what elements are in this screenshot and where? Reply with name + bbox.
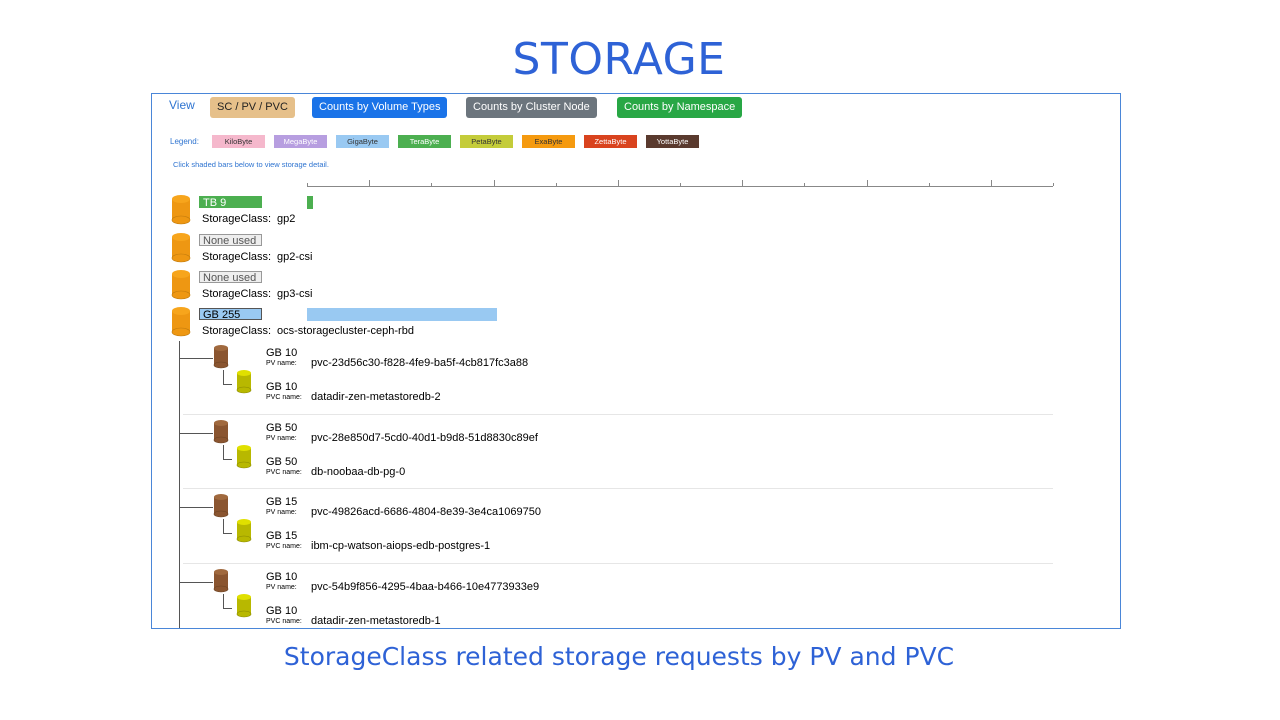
tree-branch-line bbox=[179, 358, 213, 359]
scale-tick bbox=[929, 183, 930, 186]
pv-name[interactable]: pvc-23d56c30-f828-4fe9-ba5f-4cb817fc3a88 bbox=[311, 357, 528, 369]
scale-tick bbox=[804, 183, 805, 186]
tree-branch-line bbox=[179, 582, 213, 583]
tree-elbow-vertical bbox=[223, 445, 224, 459]
tree-elbow-horizontal bbox=[223, 608, 232, 609]
view-label: View bbox=[169, 98, 195, 112]
pv-name[interactable]: pvc-28e850d7-5cd0-40d1-b9d8-51d8830c89ef bbox=[311, 432, 538, 444]
tree-branch-line bbox=[179, 433, 213, 434]
pvc-cylinder-icon bbox=[236, 370, 256, 399]
pvc-name[interactable]: datadir-zen-metastoredb-2 bbox=[311, 391, 441, 403]
pv-name-label: PV name: bbox=[266, 584, 297, 591]
tree-branch-line bbox=[179, 507, 213, 508]
page-title: STORAGE bbox=[512, 34, 726, 85]
storageclass-size-badge[interactable]: None used bbox=[199, 234, 262, 247]
pvc-name-label: PVC name: bbox=[266, 543, 302, 550]
storageclass-cylinder-icon bbox=[171, 195, 191, 230]
tree-elbow-vertical bbox=[223, 594, 224, 608]
storageclass-cylinder-icon bbox=[171, 270, 191, 305]
scale-axis bbox=[307, 186, 1053, 187]
tree-trunk-line bbox=[179, 341, 180, 628]
pvc-size: GB 50 bbox=[266, 456, 298, 468]
pvc-cylinder-icon bbox=[236, 594, 256, 623]
tree-elbow-vertical bbox=[223, 370, 224, 384]
view-button-3[interactable]: Counts by Namespace bbox=[617, 97, 743, 118]
scale-tick bbox=[369, 180, 370, 186]
storageclass-label: StorageClass: bbox=[202, 325, 272, 337]
scale-tick bbox=[307, 183, 308, 186]
legend-chip-petabyte: PetaByte bbox=[460, 135, 513, 148]
pvc-name[interactable]: db-noobaa-db-pg-0 bbox=[311, 466, 405, 478]
pv-name-label: PV name: bbox=[266, 360, 297, 367]
storageclass-usage-bar[interactable] bbox=[307, 196, 313, 209]
page-subtitle: StorageClass related storage requests by… bbox=[283, 642, 955, 671]
storageclass-cylinder-icon bbox=[171, 307, 191, 342]
storageclass-name: gp3-csi bbox=[277, 288, 313, 300]
pv-size: GB 10 bbox=[266, 347, 298, 359]
storageclass-label: StorageClass: bbox=[202, 251, 272, 263]
storageclass-size-badge[interactable]: None used bbox=[199, 271, 262, 284]
storageclass-label: StorageClass: bbox=[202, 288, 272, 300]
scale-tick bbox=[556, 183, 557, 186]
scale-tick bbox=[742, 180, 743, 186]
pvc-cylinder-icon bbox=[236, 445, 256, 474]
storageclass-label: StorageClass: bbox=[202, 213, 272, 225]
pv-size: GB 15 bbox=[266, 496, 298, 508]
pvc-cylinder-icon bbox=[236, 519, 256, 548]
pv-name[interactable]: pvc-49826acd-6686-4804-8e39-3e4ca1069750 bbox=[311, 506, 541, 518]
storageclass-name: ocs-storagecluster-ceph-rbd bbox=[277, 325, 414, 337]
scale-tick bbox=[494, 180, 495, 186]
storage-panel: View SC / PV / PVC Counts by Volume Types… bbox=[151, 93, 1121, 629]
pvc-name-label: PVC name: bbox=[266, 618, 302, 625]
scale-tick bbox=[431, 183, 432, 186]
pvc-size: GB 10 bbox=[266, 381, 298, 393]
legend-chip-yottabyte: YottaByte bbox=[646, 135, 699, 148]
pv-name-label: PV name: bbox=[266, 509, 297, 516]
pvc-size: GB 10 bbox=[266, 605, 298, 617]
scale-tick bbox=[618, 180, 619, 186]
view-button-1[interactable]: Counts by Volume Types bbox=[312, 97, 448, 118]
legend-label: Legend: bbox=[170, 137, 199, 146]
legend-chip-terabyte: TeraByte bbox=[398, 135, 451, 148]
storageclass-name: gp2 bbox=[277, 213, 296, 225]
view-button-2[interactable]: Counts by Cluster Node bbox=[466, 97, 597, 118]
legend-chip-megabyte: MegaByte bbox=[274, 135, 327, 148]
storageclass-name: gp2-csi bbox=[277, 251, 313, 263]
legend-chip-zettabyte: ZettaByte bbox=[584, 135, 637, 148]
scale-tick bbox=[867, 180, 868, 186]
pv-separator bbox=[183, 563, 1053, 564]
pv-size: GB 10 bbox=[266, 571, 298, 583]
hint-text: Click shaded bars below to view storage … bbox=[173, 160, 329, 169]
pv-size: GB 50 bbox=[266, 422, 298, 434]
pv-separator bbox=[183, 488, 1053, 489]
legend-chip-kilobyte: KiloByte bbox=[212, 135, 265, 148]
tree-elbow-vertical bbox=[223, 519, 224, 533]
storageclass-size-badge[interactable]: TB 9 bbox=[199, 196, 262, 209]
storageclass-size-badge[interactable]: GB 255 bbox=[199, 308, 262, 321]
view-button-0[interactable]: SC / PV / PVC bbox=[210, 97, 295, 118]
scale-tick bbox=[1053, 183, 1054, 186]
storageclass-usage-bar[interactable] bbox=[307, 308, 497, 321]
pvc-name-label: PVC name: bbox=[266, 469, 302, 476]
legend-chip-gigabyte: GigaByte bbox=[336, 135, 389, 148]
pvc-size: GB 15 bbox=[266, 530, 298, 542]
scale-tick bbox=[991, 180, 992, 186]
tree-elbow-horizontal bbox=[223, 459, 232, 460]
pvc-name[interactable]: datadir-zen-metastoredb-1 bbox=[311, 615, 441, 627]
pvc-name[interactable]: ibm-cp-watson-aiops-edb-postgres-1 bbox=[311, 540, 490, 552]
pv-name[interactable]: pvc-54b9f856-4295-4baa-b466-10e4773933e9 bbox=[311, 581, 539, 593]
tree-elbow-horizontal bbox=[223, 384, 232, 385]
legend-chip-exabyte: ExaByte bbox=[522, 135, 575, 148]
tree-elbow-horizontal bbox=[223, 533, 232, 534]
storageclass-cylinder-icon bbox=[171, 233, 191, 268]
pv-separator bbox=[183, 414, 1053, 415]
scale-tick bbox=[680, 183, 681, 186]
pv-name-label: PV name: bbox=[266, 435, 297, 442]
pvc-name-label: PVC name: bbox=[266, 394, 302, 401]
